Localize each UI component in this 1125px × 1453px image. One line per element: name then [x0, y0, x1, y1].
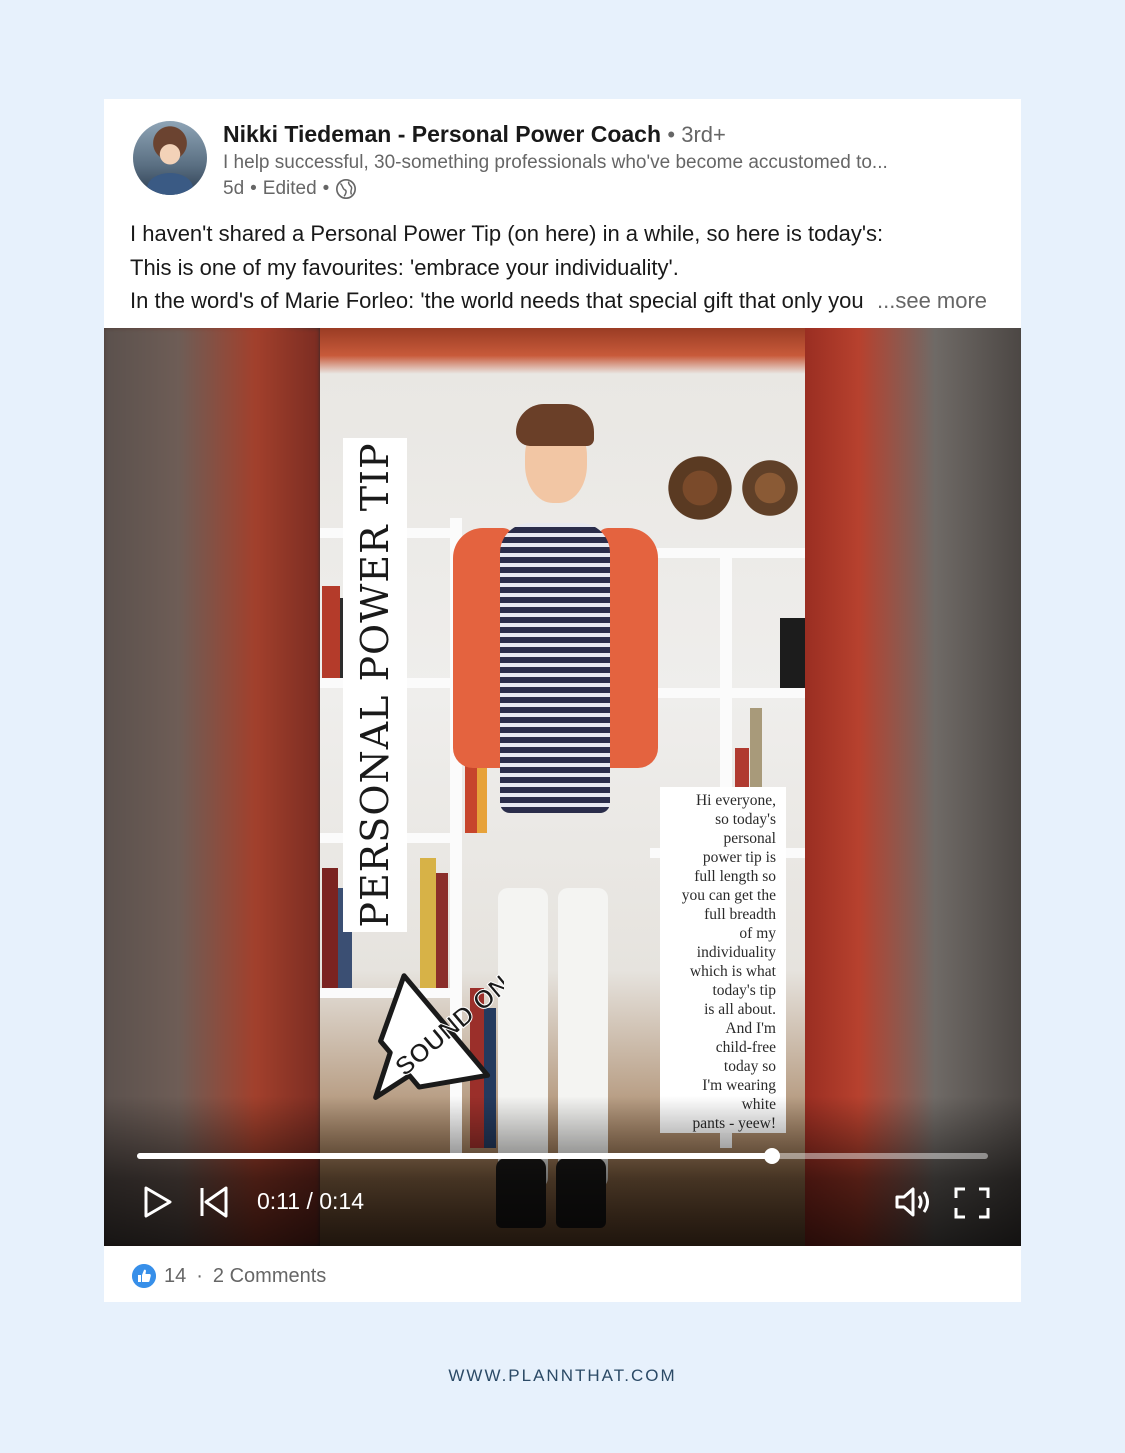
video-player[interactable]: PERSONAL POWER TIP SOUND ON Hi everyone,…: [104, 328, 1021, 1246]
volume-icon[interactable]: [894, 1186, 934, 1218]
video-caption: Hi everyone, so today's personal power t…: [660, 787, 786, 1133]
like-icon: [132, 1264, 156, 1288]
reaction-count[interactable]: 14: [164, 1265, 186, 1288]
comments-link[interactable]: 2 Comments: [213, 1265, 326, 1288]
globe-icon: [336, 179, 357, 199]
post-text: I haven't shared a Personal Power Tip (o…: [130, 217, 1000, 318]
progress-bar[interactable]: [137, 1148, 988, 1164]
see-more-link[interactable]: ...see more: [877, 284, 987, 318]
linkedin-post-card: Nikki Tiedeman - Personal Power Coach • …: [104, 99, 1021, 1302]
edited-label: Edited: [262, 178, 317, 199]
skip-back-icon[interactable]: [198, 1185, 230, 1219]
post-age: 5d: [223, 178, 245, 199]
post-text-line: In the word's of Marie Forleo: 'the worl…: [130, 288, 863, 313]
avatar[interactable]: [133, 121, 207, 195]
separator: ·: [196, 1264, 203, 1287]
controls-bar: [104, 1096, 1021, 1246]
author-name[interactable]: Nikki Tiedeman - Personal Power Coach: [223, 121, 661, 147]
footer-url: WWW.PLANNTHAT.COM: [448, 1366, 677, 1385]
play-icon[interactable]: [142, 1185, 174, 1219]
progress-knob[interactable]: [763, 1148, 780, 1164]
progress-fill: [137, 1153, 772, 1159]
author-row: Nikki Tiedeman - Personal Power Coach • …: [223, 121, 726, 147]
social-counts: 14 · 2 Comments: [132, 1264, 326, 1288]
personal-power-tip-overlay: PERSONAL POWER TIP: [343, 438, 407, 932]
connection-degree: 3rd+: [681, 122, 726, 147]
post-text-line: I haven't shared a Personal Power Tip (o…: [130, 221, 884, 246]
author-headline: I help successful, 30-something professi…: [223, 152, 888, 173]
fullscreen-icon[interactable]: [954, 1187, 990, 1219]
time-display: 0:11 / 0:14: [257, 1188, 364, 1214]
post-text-line: This is one of my favourites: 'embrace y…: [130, 254, 679, 280]
overlay-title: PERSONAL POWER TIP: [353, 442, 397, 928]
post-meta: 5d • Edited •: [223, 178, 357, 200]
